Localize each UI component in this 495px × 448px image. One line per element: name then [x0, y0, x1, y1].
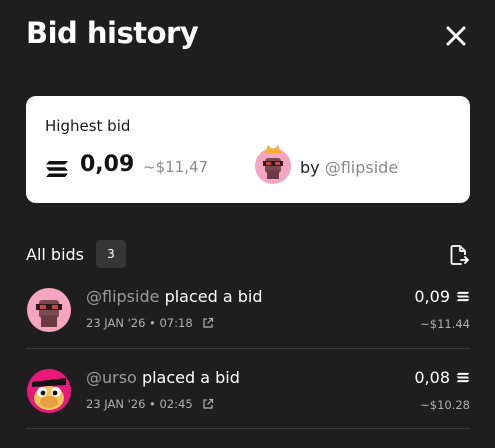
solana-icon	[456, 291, 470, 302]
highest-bid-card: Highest bid 0,09 ~$11,47 by @flipside	[26, 96, 470, 203]
solana-icon	[456, 372, 470, 383]
bid-usd: ~$10.28	[420, 398, 470, 412]
bid-price-value: 0,09	[414, 287, 450, 306]
bid-timestamp: 23 JAN '26 • 02:45	[86, 397, 214, 411]
bid-price: 0,08	[414, 368, 470, 387]
close-icon[interactable]	[442, 22, 470, 50]
all-bids-label: All bids	[26, 245, 85, 264]
bid-row[interactable]: @urso placed a bid 23 JAN '26 • 02:45 0,…	[26, 368, 470, 448]
divider	[26, 428, 470, 429]
bid-count-badge: 3	[96, 240, 126, 268]
export-file-icon[interactable]	[449, 244, 469, 266]
bid-price-value: 0,08	[414, 368, 450, 387]
bid-date: 23 JAN '26 • 02:45	[86, 397, 193, 411]
bid-timestamp: 23 JAN '26 • 07:18	[86, 316, 214, 330]
bidder-handle[interactable]: @urso	[86, 368, 137, 387]
bid-price: 0,09	[414, 287, 470, 306]
highest-bid-usd: ~$11,47	[143, 158, 209, 176]
bid-description: @flipside placed a bid	[86, 287, 263, 306]
external-link-icon[interactable]	[202, 398, 214, 410]
highest-bid-price: 0,09	[80, 152, 135, 177]
highest-bidder: by @flipside	[300, 158, 398, 177]
highest-bidder-handle[interactable]: @flipside	[325, 158, 398, 177]
page-title: Bid history	[26, 16, 199, 50]
bid-action: placed a bid	[164, 287, 263, 306]
bidder-handle[interactable]: @flipside	[86, 287, 159, 306]
bidder-avatar-crowned[interactable]	[254, 144, 292, 184]
bid-date: 23 JAN '26 • 07:18	[86, 316, 193, 330]
divider	[26, 348, 470, 349]
avatar[interactable]	[26, 368, 72, 414]
external-link-icon[interactable]	[202, 317, 214, 329]
highest-bid-label: Highest bid	[45, 117, 131, 135]
bid-row[interactable]: @flipside placed a bid 23 JAN '26 • 07:1…	[26, 287, 470, 367]
by-prefix: by	[300, 158, 320, 177]
solana-icon	[46, 161, 68, 177]
bid-usd: ~$11.44	[420, 317, 470, 331]
bid-description: @urso placed a bid	[86, 368, 240, 387]
avatar[interactable]	[26, 287, 72, 333]
bid-action: placed a bid	[141, 368, 240, 387]
